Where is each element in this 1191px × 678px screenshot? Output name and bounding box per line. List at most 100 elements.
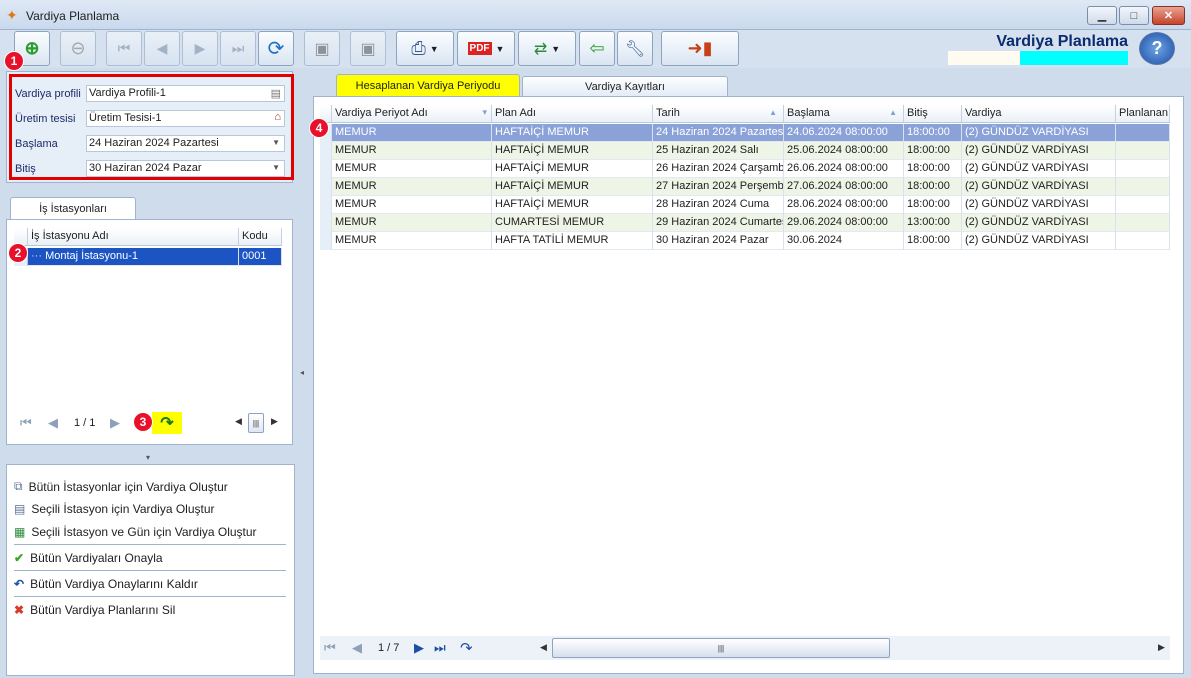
exit-button[interactable]: ➜▮ xyxy=(661,31,739,66)
table-cell: 18:00:00 xyxy=(904,160,962,178)
action-create-all[interactable]: ⧉ Bütün İstasyonlar için Vardiya Oluştur xyxy=(14,479,228,494)
action-delete-all[interactable]: ✖ Bütün Vardiya Planlarını Sil xyxy=(14,603,175,617)
horizontal-scrollbar-thumb[interactable]: ||| xyxy=(248,413,264,433)
station-code: 0001 xyxy=(239,248,282,266)
table-cell: 24.06.2024 08:00:00 xyxy=(784,124,904,142)
table-cell: 29 Haziran 2024 Cumartesi xyxy=(653,214,784,232)
title-bar: ✦ Vardiya Planlama ▁ □ ✕ xyxy=(0,0,1191,30)
profile-value: Vardiya Profili-1 xyxy=(89,87,166,99)
prev-page-icon[interactable]: ◀ xyxy=(48,415,58,431)
marker-1: 1 xyxy=(4,51,24,71)
prev-page-icon[interactable]: ◀ xyxy=(352,640,362,656)
tab-stations-label: İş İstasyonları xyxy=(39,202,107,215)
delete-record-button[interactable]: ⊖ xyxy=(60,31,96,66)
action-approve-all[interactable]: ✔ Bütün Vardiyaları Onayla xyxy=(14,551,163,565)
next-page-icon[interactable]: ▶ xyxy=(110,415,120,431)
action-remove-approvals[interactable]: ↶ Bütün Vardiya Onaylarını Kaldır xyxy=(14,577,198,591)
horizontal-scrollbar-thumb[interactable]: ||| xyxy=(552,638,890,658)
refresh-icon: ⟳ xyxy=(267,38,285,60)
col-date[interactable]: Tarih ▲ xyxy=(653,105,784,123)
table-cell: (2) GÜNDÜZ VARDİYASI xyxy=(962,232,1116,250)
table-row[interactable]: ··· Montaj İstasyonu-1 0001 xyxy=(14,248,282,266)
refresh-stations-button[interactable]: ↷ xyxy=(152,412,182,434)
table-row[interactable]: MEMUR HAFTA TATİLİ MEMUR 30 Haziran 2024 P… xyxy=(320,232,1170,250)
collapse-arrow-icon[interactable]: ▾ xyxy=(146,453,150,462)
chevron-down-icon[interactable]: ▼ xyxy=(272,163,280,172)
first-icon: ⏮ xyxy=(117,40,131,56)
calendar-icon: ▦ xyxy=(14,525,26,539)
settings-button[interactable]: 🔧︎ xyxy=(617,31,653,66)
scroll-left-icon[interactable]: ◀ xyxy=(235,416,242,427)
table-cell: 26 Haziran 2024 Çarşamba xyxy=(653,160,784,178)
table-cell: MEMUR xyxy=(332,214,492,232)
next-icon: ▶ xyxy=(194,40,206,56)
table-row[interactable]: MEMUR HAFTAİÇİ MEMUR 24 Haziran 2024 Pazar… xyxy=(320,124,1170,142)
table-row[interactable]: MEMUR HAFTAİÇİ MEMUR 25 Haziran 2024 Salı 2… xyxy=(320,142,1170,160)
tab-computed-period[interactable]: Hesaplanan Vardiya Periyodu xyxy=(336,74,520,96)
table-cell: 30 Haziran 2024 Pazar xyxy=(653,232,784,250)
import-button[interactable]: ⇦ xyxy=(579,31,615,66)
col-station-code[interactable]: Kodu xyxy=(239,228,282,246)
cancel-save-button[interactable]: ▣ xyxy=(350,31,386,66)
tab-records-label: Vardiya Kayıtları xyxy=(585,80,665,93)
save-icon: ▣ xyxy=(314,40,330,58)
col-period-name[interactable]: Vardiya Periyot Adı ▾ xyxy=(332,105,492,123)
first-record-button[interactable]: ⏮ xyxy=(106,31,142,66)
table-row[interactable]: MEMUR CUMARTESİ MEMUR 29 Haziran 2024 Cuma… xyxy=(320,214,1170,232)
redo-icon[interactable]: ↷ xyxy=(460,639,473,657)
col-shift[interactable]: Vardiya xyxy=(962,105,1116,123)
document-icon: ▤ xyxy=(14,502,26,516)
start-value: 24 Haziran 2024 Pazartesi xyxy=(89,137,219,149)
minimize-button[interactable]: ▁ xyxy=(1087,6,1117,25)
action-create-selected[interactable]: ▤ Seçili İstasyon için Vardiya Oluştur xyxy=(14,502,215,516)
scroll-right-icon[interactable]: ▶ xyxy=(1158,642,1165,653)
print-button[interactable]: ⎙ ▼ xyxy=(396,31,454,66)
collapse-left-arrow-icon[interactable]: ◂ xyxy=(300,368,304,377)
col-start[interactable]: Başlama ▲ xyxy=(784,105,904,123)
table-row[interactable]: MEMUR HAFTAİÇİ MEMUR 28 Haziran 2024 Cuma 2… xyxy=(320,196,1170,214)
start-date-select[interactable]: 24 Haziran 2024 Pazartesi ▼ xyxy=(86,135,285,152)
col-end[interactable]: Bitiş xyxy=(904,105,962,123)
last-icon: ⏭ xyxy=(231,40,245,56)
next-page-icon[interactable]: ▶ xyxy=(414,640,424,656)
export-button[interactable]: ⇄ ▼ xyxy=(518,31,576,66)
cancel-save-icon: ▣ xyxy=(360,40,376,58)
delete-x-icon: ✖ xyxy=(14,603,25,617)
col-planned[interactable]: Planlanan İ xyxy=(1116,105,1170,123)
first-page-icon[interactable]: ⏮ xyxy=(20,415,32,431)
help-button[interactable]: ? xyxy=(1139,32,1175,65)
scroll-left-icon[interactable]: ◀ xyxy=(540,642,547,653)
chevron-down-icon: ▼ xyxy=(429,43,439,54)
save-button[interactable]: ▣ xyxy=(304,31,340,66)
end-date-select[interactable]: 30 Haziran 2024 Pazar ▼ xyxy=(86,160,285,177)
col-station-name[interactable]: İş İstasyonu Adı xyxy=(28,228,239,246)
tab-shift-records[interactable]: Vardiya Kayıtları xyxy=(522,76,728,96)
chevron-down-icon[interactable]: ▼ xyxy=(272,138,280,147)
filter-icon[interactable]: ▾ xyxy=(482,107,487,118)
scroll-right-icon[interactable]: ▶ xyxy=(271,416,278,427)
shift-grid-pager: ⏮ ◀ 1 / 7 ▶ ⏭ ↷ ◀ ||| ▶ xyxy=(320,636,1170,660)
tab-stations[interactable]: İş İstasyonları xyxy=(10,197,136,219)
last-page-icon[interactable]: ⏭ xyxy=(434,640,446,656)
table-row[interactable]: MEMUR HAFTAİÇİ MEMUR 27 Haziran 2024 Perşe… xyxy=(320,178,1170,196)
facility-field[interactable]: Üretim Tesisi-1 ⌂ xyxy=(86,110,285,127)
remove-icon: ⊖ xyxy=(70,38,86,58)
prev-record-button[interactable]: ◀ xyxy=(144,31,180,66)
last-record-button[interactable]: ⏭ xyxy=(220,31,256,66)
first-page-icon[interactable]: ⏮ xyxy=(324,640,336,656)
divider xyxy=(14,596,286,597)
table-cell: HAFTAİÇİ MEMUR xyxy=(492,196,653,214)
action-create-selected-day[interactable]: ▦ Seçili İstasyon ve Gün için Vardiya Olu… xyxy=(14,525,257,539)
maximize-button[interactable]: □ xyxy=(1119,6,1149,25)
profile-field[interactable]: Vardiya Profili-1 ▤ xyxy=(86,85,285,102)
export-pdf-button[interactable]: PDF ▼ xyxy=(457,31,515,66)
lookup-icon[interactable]: ▤ xyxy=(271,87,281,100)
factory-icon[interactable]: ⌂ xyxy=(274,111,281,123)
refresh-button[interactable]: ⟳ xyxy=(258,31,294,66)
col-plan-name[interactable]: Plan Adı xyxy=(492,105,653,123)
marker-3: 3 xyxy=(133,412,153,432)
table-row[interactable]: MEMUR HAFTAİÇİ MEMUR 26 Haziran 2024 Çarşa… xyxy=(320,160,1170,178)
divider xyxy=(14,570,286,571)
close-button[interactable]: ✕ xyxy=(1152,6,1185,25)
next-record-button[interactable]: ▶ xyxy=(182,31,218,66)
